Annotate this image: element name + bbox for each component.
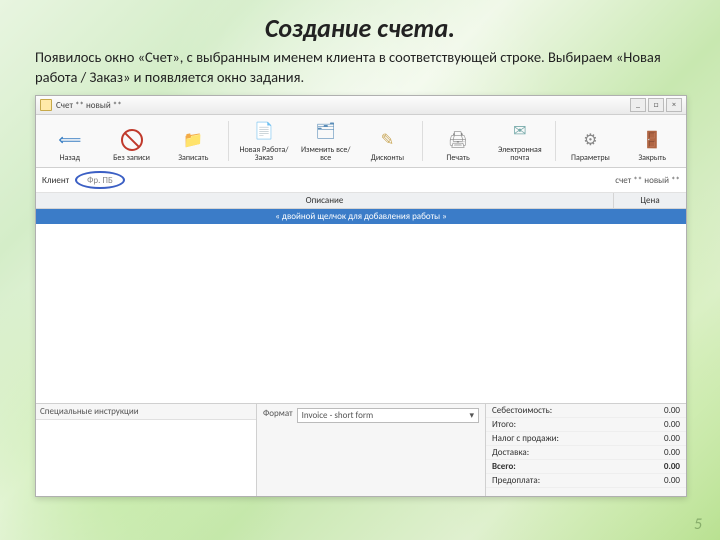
titlebar: Счет ** новый ** _ □ ×: [36, 96, 686, 115]
max-button[interactable]: □: [648, 98, 664, 112]
newjob-button[interactable]: 📄Новая Работа/Заказ: [236, 119, 292, 163]
add-job-row[interactable]: « двойной щелчок для добавления работы »: [36, 209, 686, 224]
slide-intro: Появилось окно «Счет», с выбранным имене…: [35, 48, 685, 87]
back-button[interactable]: ⟸Назад: [42, 119, 98, 163]
format-select[interactable]: Invoice - short form ▾: [297, 408, 479, 423]
discounts-button[interactable]: ✎Дисконты: [360, 119, 416, 163]
nosave-button[interactable]: Без записи: [104, 119, 160, 163]
window-icon: [40, 99, 52, 111]
folder-icon: 📁: [181, 128, 205, 152]
instructions-header: Специальные инструкции: [36, 404, 256, 420]
chevron-down-icon: ▾: [469, 410, 474, 421]
nosave-icon: [120, 128, 144, 152]
min-button[interactable]: _: [630, 98, 646, 112]
format-value: Invoice - short form: [302, 410, 374, 421]
gear-icon: ⚙: [578, 128, 602, 152]
client-row: Клиент Фр. ПБ счет ** новый **: [36, 168, 686, 193]
newjob-icon: 📄: [252, 120, 276, 144]
options-button[interactable]: ⚙Параметры: [563, 119, 619, 163]
print-icon: 🖨: [446, 128, 470, 152]
email-button[interactable]: ✉Электронная почта: [492, 119, 548, 163]
page-number: 5: [694, 515, 702, 534]
email-icon: ✉: [508, 120, 532, 144]
jobs-grid[interactable]: [36, 224, 686, 403]
close-button[interactable]: ×: [666, 98, 682, 112]
total-row: Доставка:0.00: [486, 446, 686, 460]
slide-title: Создание счета.: [35, 12, 685, 44]
grid-header: Описание Цена: [36, 193, 686, 209]
door-icon: 🚪: [640, 128, 664, 152]
save-button[interactable]: 📁Записать: [165, 119, 221, 163]
window-title: Счет ** новый **: [56, 100, 122, 111]
changeall-button[interactable]: 🗂Изменить все/все: [298, 119, 354, 163]
totals-panel: Себестоимость:0.00Итого:0.00Налог с прод…: [486, 404, 686, 496]
format-panel: Формат Invoice - short form ▾: [257, 404, 486, 496]
back-icon: ⟸: [58, 128, 82, 152]
total-row: Всего:0.00: [486, 460, 686, 474]
invoice-window: Счет ** новый ** _ □ × ⟸Назад Без записи…: [35, 95, 687, 497]
col-price[interactable]: Цена: [614, 193, 686, 208]
bottom-panel: Специальные инструкции Формат Invoice - …: [36, 403, 686, 496]
instructions-input[interactable]: [36, 420, 256, 496]
col-description[interactable]: Описание: [36, 193, 614, 208]
close-app-button[interactable]: 🚪Закрыть: [624, 119, 680, 163]
total-row: Итого:0.00: [486, 418, 686, 432]
change-icon: 🗂: [314, 120, 338, 144]
toolbar: ⟸Назад Без записи 📁Записать 📄Новая Работ…: [36, 115, 686, 168]
client-label: Клиент: [42, 175, 69, 186]
print-button[interactable]: 🖨Печать: [430, 119, 486, 163]
instructions-panel: Специальные инструкции: [36, 404, 257, 496]
client-value-highlight[interactable]: Фр. ПБ: [75, 171, 125, 189]
total-row: Предоплата:0.00: [486, 474, 686, 488]
total-row: Себестоимость:0.00: [486, 404, 686, 418]
discount-icon: ✎: [375, 128, 399, 152]
record-label: счет ** новый **: [615, 175, 680, 186]
total-row: Налог с продажи:0.00: [486, 432, 686, 446]
format-label: Формат: [263, 408, 293, 419]
